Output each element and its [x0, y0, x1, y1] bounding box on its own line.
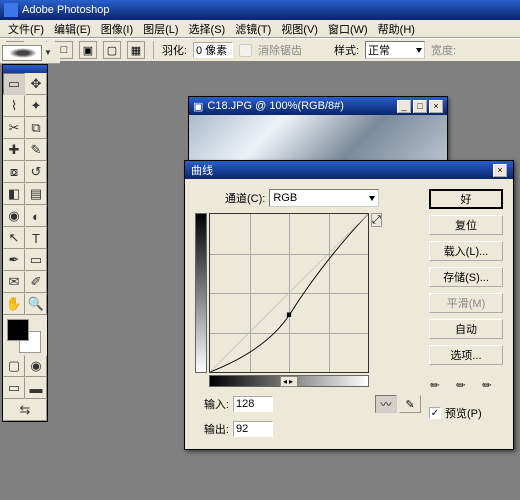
- channel-label: 通道(C):: [225, 190, 265, 206]
- dodge-tool[interactable]: ◐: [25, 205, 47, 227]
- white-point-eyedropper-icon[interactable]: ✎: [479, 371, 504, 396]
- maximize-button[interactable]: □: [413, 100, 427, 113]
- toolbox-titlebar[interactable]: [3, 65, 47, 73]
- selection-subtract-icon[interactable]: ▢: [103, 41, 121, 59]
- toolbox: ▭ ✥ ⌇ ✦ ✂ ⧉ ✚ ✎ ⧇ ↺ ◧ ▤ ◉ ◐ ↖ T ✒ ▭ ✉ ✐ …: [2, 64, 48, 422]
- menu-filter[interactable]: 滤镜(T): [231, 20, 275, 38]
- app-title: Adobe Photoshop: [22, 4, 109, 16]
- slice-tool[interactable]: ⧉: [25, 117, 47, 139]
- eraser-tool[interactable]: ◧: [3, 183, 25, 205]
- input-gradient[interactable]: ◂▸: [209, 375, 369, 387]
- antialias-label: 消除锯齿: [258, 42, 302, 58]
- selection-intersect-icon[interactable]: ▦: [127, 41, 145, 59]
- smooth-button: 平滑(M): [429, 293, 503, 313]
- expand-graph-button[interactable]: ⤢: [371, 213, 382, 227]
- heal-tool[interactable]: ✚: [3, 139, 25, 161]
- menu-help[interactable]: 帮助(H): [374, 20, 419, 38]
- history-brush-tool[interactable]: ↺: [25, 161, 47, 183]
- marquee-tool[interactable]: ▭: [3, 73, 25, 95]
- path-tool[interactable]: ↖: [3, 227, 25, 249]
- app-icon: [4, 3, 18, 17]
- document-icon: ▣: [193, 100, 203, 113]
- separator: [153, 41, 154, 59]
- save-button[interactable]: 存储(S)...: [429, 267, 503, 287]
- quickmask-mode-icon[interactable]: ◉: [25, 355, 47, 377]
- brush-tool[interactable]: ✎: [25, 139, 47, 161]
- curve-point-mode[interactable]: 〰: [375, 395, 397, 413]
- blur-tool[interactable]: ◉: [3, 205, 25, 227]
- dialog-title: 曲线: [191, 162, 213, 178]
- lasso-tool[interactable]: ⌇: [3, 95, 25, 117]
- wand-tool[interactable]: ✦: [25, 95, 47, 117]
- chevron-down-icon: [416, 48, 422, 53]
- menu-image[interactable]: 图像(I): [97, 20, 137, 38]
- chevron-down-icon[interactable]: ▼: [44, 48, 52, 57]
- standard-mode-icon[interactable]: ▢: [3, 355, 25, 377]
- output-value[interactable]: [233, 421, 273, 437]
- antialias-checkbox: [239, 44, 252, 57]
- minimize-button[interactable]: _: [397, 100, 411, 113]
- screen-standard-icon[interactable]: ▭: [3, 377, 25, 399]
- channel-value: RGB: [273, 192, 297, 204]
- width-label: 宽度:: [431, 42, 456, 58]
- chevron-down-icon: [369, 196, 375, 201]
- close-button[interactable]: ×: [493, 164, 507, 177]
- document-titlebar[interactable]: ▣ C18.JPG @ 100%(RGB/8#) _ □ ×: [189, 97, 447, 115]
- eyedropper-tool[interactable]: ✐: [25, 271, 47, 293]
- ok-button[interactable]: 好: [429, 189, 503, 209]
- type-tool[interactable]: T: [25, 227, 47, 249]
- menu-bar: 文件(F) 编辑(E) 图像(I) 图层(L) 选择(S) 滤镜(T) 视图(V…: [0, 20, 520, 38]
- auto-button[interactable]: 自动: [429, 319, 503, 339]
- menu-window[interactable]: 窗口(W): [324, 20, 372, 38]
- screen-full-menubar-icon[interactable]: ▬: [25, 377, 47, 399]
- brush-preview[interactable]: [2, 45, 42, 61]
- brush-preview-row: ▼: [0, 42, 60, 64]
- notes-tool[interactable]: ✉: [3, 271, 25, 293]
- document-title: C18.JPG @ 100%(RGB/8#): [207, 100, 344, 112]
- color-swatch[interactable]: [3, 315, 47, 355]
- gradient-flip-icon[interactable]: ◂▸: [280, 376, 298, 387]
- options-button[interactable]: 选项...: [429, 345, 503, 365]
- channel-select[interactable]: RGB: [269, 189, 379, 207]
- gradient-tool[interactable]: ▤: [25, 183, 47, 205]
- app-titlebar: Adobe Photoshop: [0, 0, 520, 20]
- menu-view[interactable]: 视图(V): [277, 20, 322, 38]
- zoom-tool[interactable]: 🔍: [25, 293, 47, 315]
- options-bar: ▭ ▼ □ ▣ ▢ ▦ 羽化: 消除锯齿 样式: 正常 宽度:: [0, 38, 520, 62]
- menu-edit[interactable]: 编辑(E): [50, 20, 95, 38]
- style-value: 正常: [368, 42, 390, 58]
- curve-line: [210, 214, 368, 372]
- jump-to-icon[interactable]: ⇆: [3, 399, 47, 421]
- output-label: 输出:: [195, 421, 229, 437]
- menu-select[interactable]: 选择(S): [185, 20, 230, 38]
- black-point-eyedropper-icon[interactable]: ✎: [427, 371, 452, 396]
- selection-add-icon[interactable]: ▣: [79, 41, 97, 59]
- menu-file[interactable]: 文件(F): [4, 20, 48, 38]
- preview-label: 预览(P): [445, 405, 482, 421]
- curve-pencil-mode[interactable]: ✎: [399, 395, 421, 413]
- dialog-titlebar[interactable]: 曲线 ×: [185, 161, 513, 179]
- close-button[interactable]: ×: [429, 100, 443, 113]
- pen-tool[interactable]: ✒: [3, 249, 25, 271]
- curves-dialog: 曲线 × 通道(C): RGB: [184, 160, 514, 450]
- curves-graph[interactable]: [209, 213, 369, 373]
- input-value[interactable]: [233, 396, 273, 412]
- gray-point-eyedropper-icon[interactable]: ✎: [453, 371, 478, 396]
- foreground-color[interactable]: [7, 319, 29, 341]
- shape-tool[interactable]: ▭: [25, 249, 47, 271]
- hand-tool[interactable]: ✋: [3, 293, 25, 315]
- output-gradient: [195, 213, 207, 373]
- move-tool[interactable]: ✥: [25, 73, 47, 95]
- style-select[interactable]: 正常: [365, 41, 425, 59]
- load-button[interactable]: 载入(L)...: [429, 241, 503, 261]
- input-label: 输入:: [195, 396, 229, 412]
- crop-tool[interactable]: ✂: [3, 117, 25, 139]
- feather-input[interactable]: [193, 42, 233, 58]
- preview-checkbox[interactable]: ✓: [429, 407, 441, 419]
- cancel-button[interactable]: 复位: [429, 215, 503, 235]
- menu-layer[interactable]: 图层(L): [139, 20, 182, 38]
- stamp-tool[interactable]: ⧇: [3, 161, 25, 183]
- style-label: 样式:: [334, 42, 359, 58]
- feather-label: 羽化:: [162, 42, 187, 58]
